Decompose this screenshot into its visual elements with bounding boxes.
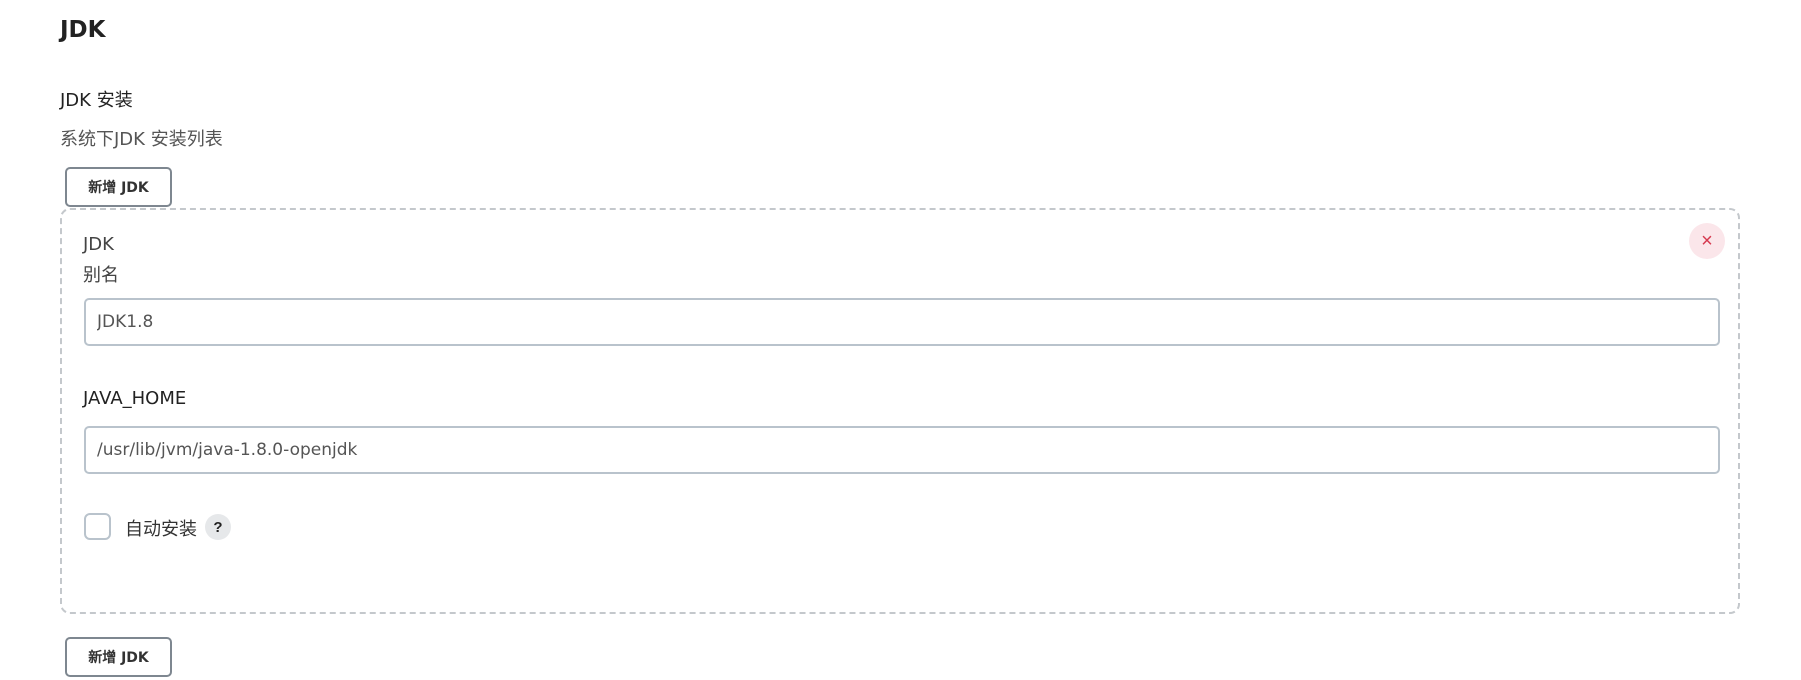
jdk-installations-label: JDK 安装 [60, 90, 133, 111]
java-home-label: JAVA_HOME [83, 388, 187, 409]
add-jdk-button-top[interactable]: 新增 JDK [65, 167, 172, 207]
auto-install-checkbox[interactable] [84, 513, 111, 540]
add-jdk-button-bottom[interactable]: 新增 JDK [65, 637, 172, 677]
jdk-installations-description: 系统下JDK 安装列表 [60, 129, 223, 150]
jdk-type-label: JDK [83, 234, 114, 255]
jdk-installation-panel: JDK 别名 × JAVA_HOME 自动安装 ? [60, 208, 1740, 614]
alias-input[interactable] [84, 298, 1720, 346]
alias-label: 别名 [83, 265, 119, 286]
section-title: JDK [60, 17, 106, 43]
close-icon: × [1701, 229, 1713, 252]
auto-install-label[interactable]: 自动安装 [125, 515, 197, 541]
java-home-input[interactable] [84, 426, 1720, 474]
delete-jdk-button[interactable]: × [1689, 223, 1725, 259]
help-icon[interactable]: ? [205, 514, 231, 540]
